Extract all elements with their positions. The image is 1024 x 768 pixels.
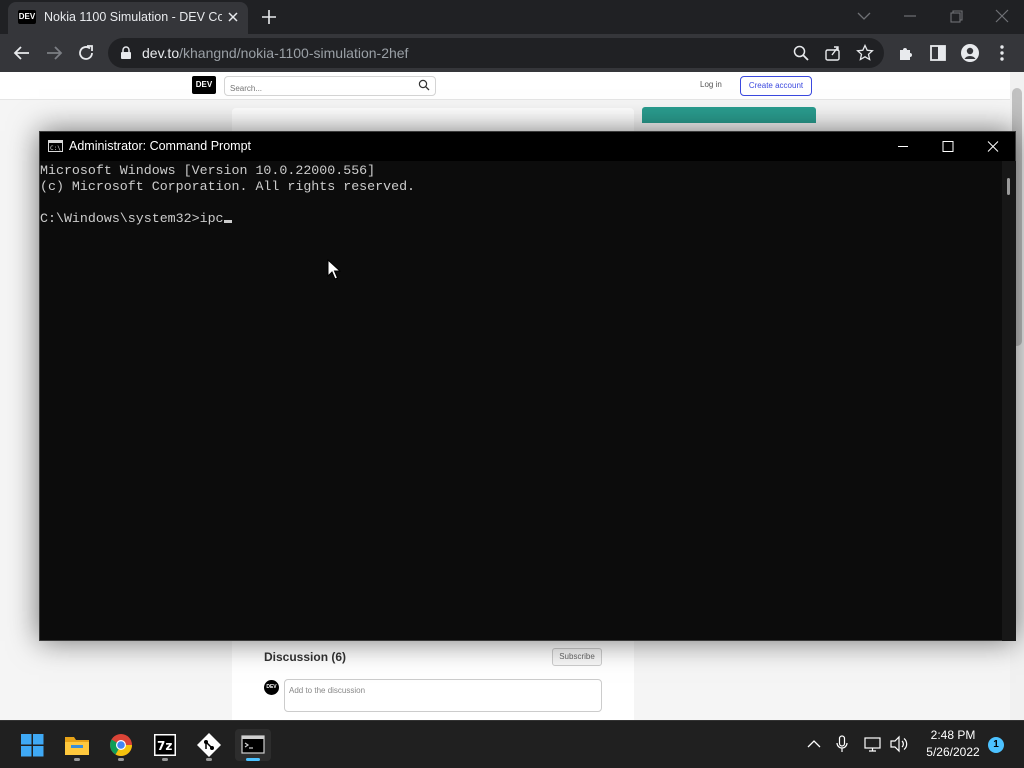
reload-icon[interactable]: [73, 40, 99, 66]
share-icon[interactable]: [824, 44, 842, 62]
chrome-icon[interactable]: [103, 729, 139, 761]
tab-title: Nokia 1100 Simulation - DEV Community: [44, 10, 222, 24]
mouse-pointer-icon: [327, 259, 341, 281]
cmd-scrollbar-thumb[interactable]: [1007, 178, 1010, 195]
clock-date[interactable]: 5/26/2022: [918, 745, 988, 759]
file-explorer-icon[interactable]: [59, 729, 95, 761]
login-link[interactable]: Log in: [700, 80, 722, 89]
cmd-line: (c) Microsoft Corporation. All rights re…: [40, 179, 416, 194]
running-indicator: [118, 758, 124, 761]
microphone-icon[interactable]: [831, 733, 853, 755]
notification-badge[interactable]: 1: [988, 737, 1004, 753]
browser-tab[interactable]: DEV Nokia 1100 Simulation - DEV Communit…: [8, 2, 248, 34]
cmd-minimize-icon[interactable]: [880, 132, 926, 161]
tab-close-icon[interactable]: [224, 8, 242, 26]
start-icon[interactable]: [14, 729, 50, 761]
chevron-up-icon[interactable]: [803, 733, 825, 755]
svg-text:C:\: C:\: [50, 145, 61, 152]
cmd-title: Administrator: Command Prompt: [69, 139, 252, 153]
dev-logo[interactable]: DEV: [192, 76, 216, 94]
cmd-titlebar[interactable]: C:\ Administrator: Command Prompt: [40, 132, 1015, 161]
extensions-icon[interactable]: [893, 40, 919, 66]
url-path: /khangnd/nokia-1100-simulation-2hef: [179, 45, 409, 61]
cmd-output[interactable]: Microsoft Windows [Version 10.0.22000.55…: [40, 163, 1000, 227]
dev-favicon-icon: DEV: [18, 10, 36, 24]
network-icon[interactable]: [862, 733, 884, 755]
restore-icon[interactable]: [942, 4, 970, 28]
search-input[interactable]: [224, 76, 436, 96]
7zip-label: 7z: [157, 739, 172, 753]
discussion-title: Discussion (6): [264, 650, 347, 664]
7zip-icon[interactable]: 7z: [147, 729, 183, 761]
author-card-banner: [642, 107, 816, 123]
chrome-menu-icon[interactable]: [989, 40, 1015, 66]
text-caret: [223, 220, 232, 223]
git-icon[interactable]: [191, 729, 227, 761]
new-tab-icon[interactable]: [258, 6, 280, 28]
terminal-icon[interactable]: [235, 729, 271, 761]
cmd-scrollbar[interactable]: [1002, 161, 1016, 641]
volume-icon[interactable]: [888, 733, 910, 755]
search-icon[interactable]: [418, 79, 430, 91]
taskbar: 7z 2:48 PM 5/26/2022 1: [0, 720, 1024, 768]
clock-time[interactable]: 2:48 PM: [918, 728, 988, 742]
forward-arrow-icon[interactable]: [41, 40, 67, 66]
cmd-maximize-icon[interactable]: [925, 132, 971, 161]
running-indicator: [74, 758, 80, 761]
cmd-line: [40, 195, 1000, 211]
zoom-icon[interactable]: [792, 44, 810, 62]
running-indicator: [162, 758, 168, 761]
cmd-line: Microsoft Windows [Version 10.0.22000.55…: [40, 163, 376, 178]
url-text[interactable]: dev.to/khangnd/nokia-1100-simulation-2he…: [142, 45, 408, 63]
url-host: dev.to: [142, 45, 180, 61]
tab-search-chevron-icon[interactable]: [850, 4, 878, 28]
cmd-input-text[interactable]: ipc: [200, 211, 224, 226]
cmd-close-icon[interactable]: [970, 132, 1016, 161]
profile-icon[interactable]: [957, 40, 983, 66]
lock-icon[interactable]: [120, 46, 132, 60]
bookmark-star-icon[interactable]: [856, 44, 874, 62]
discussion-input[interactable]: Add to the discussion: [284, 679, 602, 712]
address-bar[interactable]: dev.to/khangnd/nokia-1100-simulation-2he…: [108, 38, 884, 68]
running-indicator: [206, 758, 212, 761]
cmd-input-line[interactable]: C:\Windows\system32>ipc: [40, 211, 1000, 227]
cmd-window-icon: C:\: [48, 140, 63, 152]
subscribe-button[interactable]: Subscribe: [552, 648, 602, 666]
side-panel-icon[interactable]: [925, 40, 951, 66]
browser-tab-strip: DEV Nokia 1100 Simulation - DEV Communit…: [0, 0, 1024, 34]
back-arrow-icon[interactable]: [9, 40, 35, 66]
minimize-icon[interactable]: [896, 4, 924, 28]
avatar: DEV: [264, 680, 279, 695]
browser-toolbar: dev.to/khangnd/nokia-1100-simulation-2he…: [0, 34, 1024, 72]
command-prompt-window[interactable]: C:\ Administrator: Command Prompt Micros…: [39, 131, 1016, 641]
active-indicator: [246, 758, 260, 761]
cmd-prompt: C:\Windows\system32>: [40, 211, 200, 226]
close-window-icon[interactable]: [988, 4, 1016, 28]
create-account-button[interactable]: Create account: [740, 76, 812, 96]
dev-header: DEV Log in Create account: [0, 72, 1010, 100]
